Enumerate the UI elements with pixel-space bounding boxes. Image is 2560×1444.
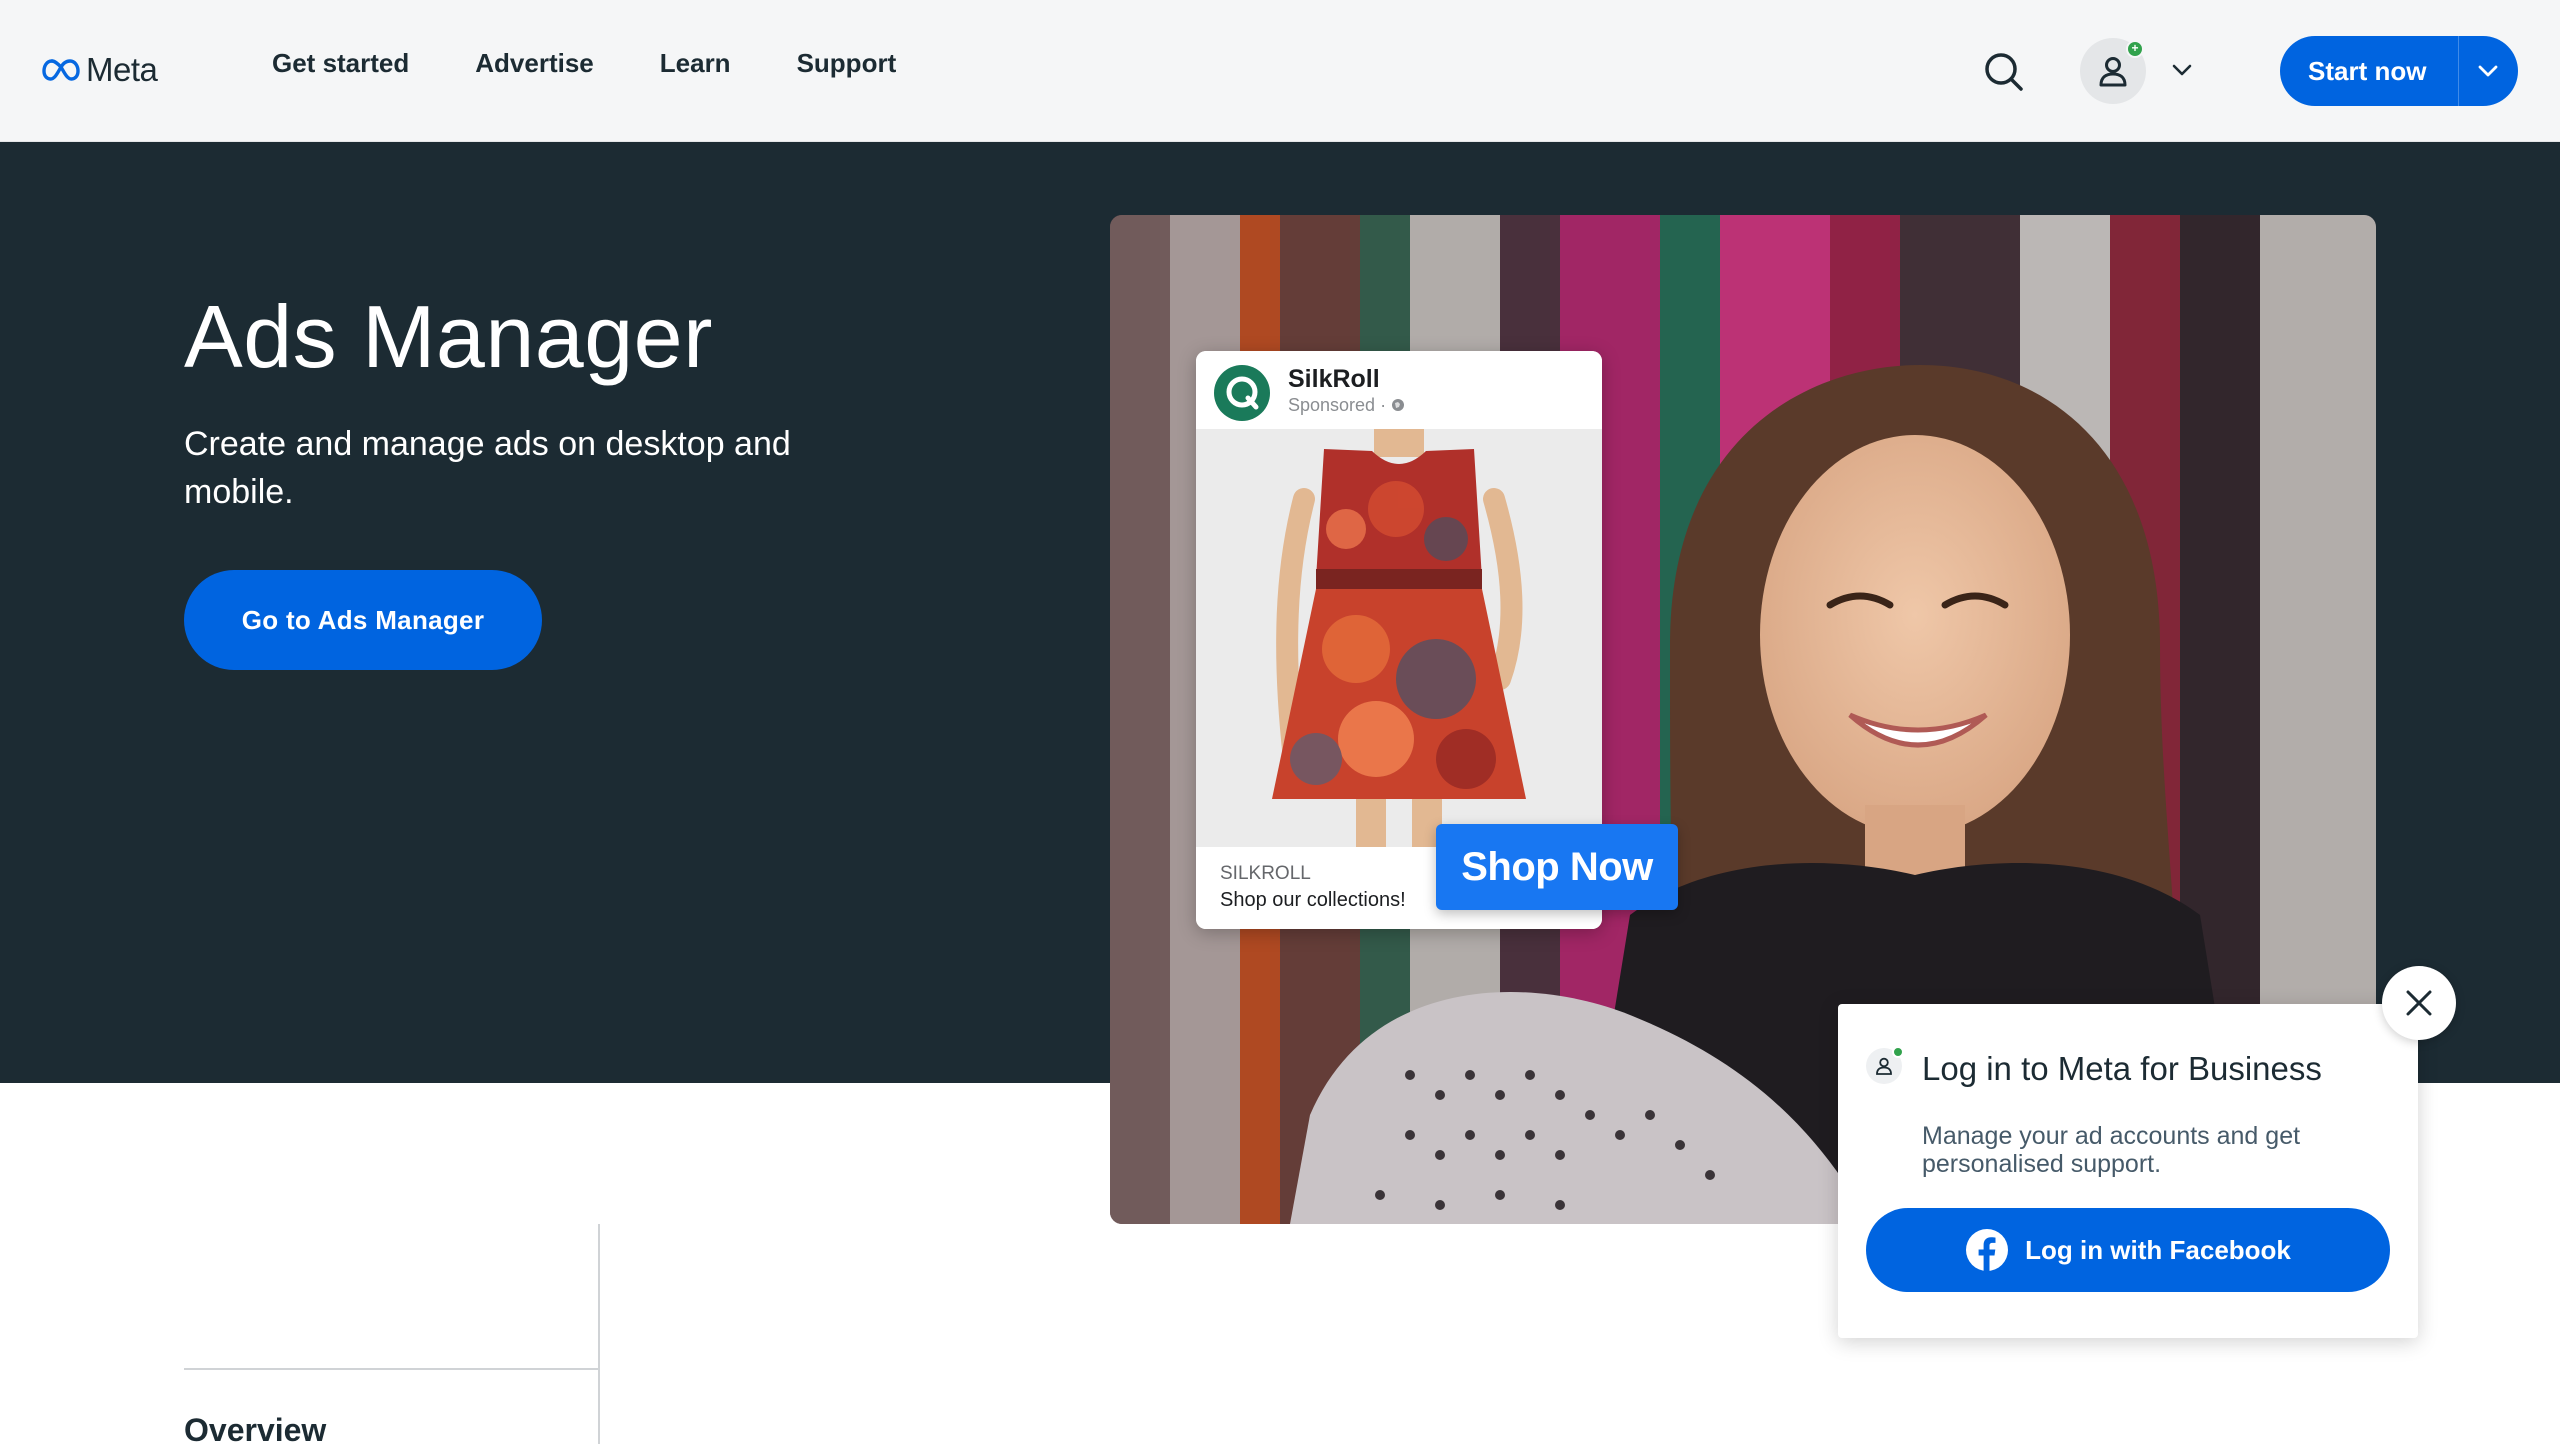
sponsored-text: Sponsored · (1288, 395, 1392, 415)
shop-now-button[interactable]: Shop Now (1436, 824, 1678, 910)
main-nav: Get started Advertise Learn Support (272, 48, 896, 79)
hero-subtitle: Create and manage ads on desktop and mob… (184, 425, 791, 511)
login-popup: Log in to Meta for Business Manage your … (1838, 1004, 2418, 1338)
chevron-down-icon (2478, 65, 2498, 77)
logo-wordmark: Meta (86, 51, 158, 88)
nav-learn[interactable]: Learn (660, 48, 731, 79)
ad-brand-name: SilkRoll (1288, 365, 1380, 393)
chevron-down-icon (2172, 64, 2192, 76)
login-with-facebook-label: Log in with Facebook (2025, 1234, 2291, 1265)
page-title: Ads Manager (184, 287, 713, 386)
account-button[interactable]: + (2080, 38, 2146, 104)
sidebar-divider (598, 1224, 600, 1444)
close-popup-button[interactable] (2382, 966, 2456, 1040)
login-popup-description: Manage your ad accounts and get personal… (1922, 1122, 2301, 1178)
nav-advertise[interactable]: Advertise (475, 48, 594, 79)
dress-illustration (1196, 429, 1602, 847)
sidebar-item-overview[interactable]: Overview (184, 1412, 326, 1444)
ad-header: SilkRoll Sponsored · (1196, 351, 1602, 429)
login-with-facebook-button[interactable]: Log in with Facebook (1866, 1208, 2390, 1292)
start-now-label: Start now (2308, 55, 2427, 86)
globe-icon (1392, 399, 1405, 411)
ad-product-photo (1196, 429, 1602, 847)
start-now-button[interactable]: Start now (2280, 36, 2518, 106)
ad-sponsored-label: Sponsored · (1288, 395, 1405, 416)
start-now-divider (2458, 36, 2459, 106)
account-status-badge: + (2126, 40, 2144, 58)
close-icon (2406, 990, 2432, 1016)
login-popup-title: Log in to Meta for Business (1922, 1050, 2322, 1087)
search-button[interactable] (1982, 50, 2026, 94)
go-to-ads-manager-button[interactable]: Go to Ads Manager (184, 570, 542, 670)
ad-domain: SILKROLL (1220, 863, 1311, 884)
login-status-dot (1892, 1046, 1904, 1058)
sidebar-rule (184, 1368, 598, 1370)
person-icon (2099, 57, 2127, 87)
meta-infinity-icon (42, 59, 80, 81)
ad-caption: Shop our collections! (1220, 889, 1406, 911)
meta-logo[interactable]: Meta (42, 50, 158, 90)
search-icon (1985, 53, 2023, 91)
silkroll-logo-icon (1216, 367, 1268, 419)
login-avatar (1866, 1046, 1904, 1084)
brand-avatar (1214, 365, 1270, 421)
person-icon (1876, 1057, 1892, 1075)
nav-get-started[interactable]: Get started (272, 48, 409, 79)
top-navigation: Meta Get started Advertise Learn Support… (0, 0, 2560, 142)
nav-support[interactable]: Support (797, 48, 897, 79)
facebook-icon (1966, 1229, 2009, 1271)
account-menu-toggle[interactable] (2168, 56, 2196, 84)
